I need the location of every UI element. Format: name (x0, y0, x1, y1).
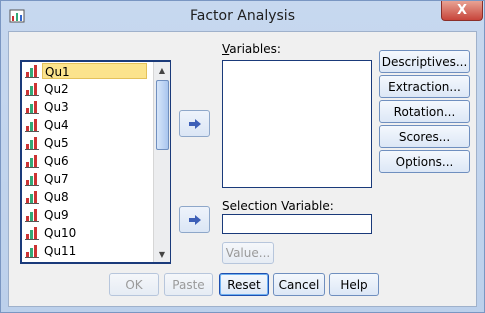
variables-label: Variables: (222, 42, 281, 56)
variable-list-item[interactable]: Qu10 (22, 224, 153, 242)
variable-label: Qu2 (44, 82, 69, 96)
help-button[interactable]: Help (329, 273, 379, 296)
title-bar: Factor Analysis X (1, 1, 484, 31)
paste-button[interactable]: Paste (164, 273, 213, 296)
scale-variable-icon (25, 119, 39, 132)
right-arrow-icon (188, 214, 201, 225)
scrollbar-thumb[interactable] (156, 80, 169, 150)
scale-variable-icon (25, 83, 39, 96)
scores-button[interactable]: Scores... (379, 125, 470, 148)
move-to-selection-variable-button[interactable] (179, 206, 210, 233)
dialog-client-area: Qu1 Qu2 Qu3 Qu4 Qu5 Qu6 Qu7 Qu8 Qu9 Qu10 Qu11 ▲ ▼ … (8, 31, 477, 307)
value-button[interactable]: Value... (222, 242, 274, 264)
variable-list-item[interactable]: Qu7 (22, 170, 153, 188)
selection-variable-field[interactable] (222, 214, 372, 234)
variables-target-list[interactable] (222, 60, 372, 188)
variables-label-rest: ariables: (229, 42, 281, 56)
descriptives-button[interactable]: Descriptives... (379, 50, 470, 73)
scroll-up-icon[interactable]: ▲ (154, 62, 170, 78)
variable-list-item[interactable]: Qu5 (22, 134, 153, 152)
scale-variable-icon (25, 191, 39, 204)
move-to-variables-button[interactable] (179, 110, 210, 137)
scale-variable-icon (25, 227, 39, 240)
scale-variable-icon (25, 173, 39, 186)
variable-label: Qu11 (44, 244, 77, 258)
variable-list-scrollbar[interactable]: ▲ ▼ (153, 62, 170, 262)
scale-variable-icon (25, 155, 39, 168)
variable-items: Qu1 Qu2 Qu3 Qu4 Qu5 Qu6 Qu7 Qu8 Qu9 Qu10 Qu11 (22, 62, 153, 262)
variable-list-item[interactable]: Qu9 (22, 206, 153, 224)
variable-label: Qu5 (44, 136, 69, 150)
right-arrow-icon (188, 118, 201, 129)
factor-analysis-dialog: Factor Analysis X Qu1 Qu2 Qu3 Qu4 Qu5 Qu6 Qu7 Q… (0, 0, 485, 313)
source-variable-list[interactable]: Qu1 Qu2 Qu3 Qu4 Qu5 Qu6 Qu7 Qu8 Qu9 Qu10 Qu11 ▲ ▼ (20, 60, 171, 264)
variable-list-item[interactable]: Qu8 (22, 188, 153, 206)
close-icon: X (456, 3, 468, 18)
variable-list-item[interactable]: Qu3 (22, 98, 153, 116)
scale-variable-icon (25, 209, 39, 222)
variable-label: Qu7 (44, 172, 69, 186)
variable-label: Qu1 (42, 63, 147, 79)
options-button[interactable]: Options... (379, 150, 470, 173)
scale-variable-icon (25, 65, 39, 78)
variable-list-item[interactable]: Qu6 (22, 152, 153, 170)
variable-label: Qu9 (44, 208, 69, 222)
window-title: Factor Analysis (190, 8, 295, 24)
scale-variable-icon (25, 137, 39, 150)
ok-button[interactable]: OK (109, 273, 159, 296)
variable-list-item[interactable]: Qu4 (22, 116, 153, 134)
rotation-button[interactable]: Rotation... (379, 100, 470, 123)
variable-list-item[interactable]: Qu11 (22, 242, 153, 260)
variable-label: Qu6 (44, 154, 69, 168)
variable-label: Qu4 (44, 118, 69, 132)
cancel-button[interactable]: Cancel (273, 273, 325, 296)
scroll-down-icon[interactable]: ▼ (154, 246, 170, 262)
reset-button[interactable]: Reset (219, 273, 269, 296)
scale-variable-icon (25, 245, 39, 258)
variable-list-item[interactable]: Qu1 (22, 62, 153, 80)
variable-label: Qu8 (44, 190, 69, 204)
close-button[interactable]: X (441, 1, 483, 21)
variable-label: Qu10 (44, 226, 77, 240)
extraction-button[interactable]: Extraction... (379, 75, 470, 98)
variable-list-item[interactable]: Qu2 (22, 80, 153, 98)
variable-label: Qu3 (44, 100, 69, 114)
scale-variable-icon (25, 101, 39, 114)
selection-variable-label: Selection Variable: (222, 199, 334, 213)
